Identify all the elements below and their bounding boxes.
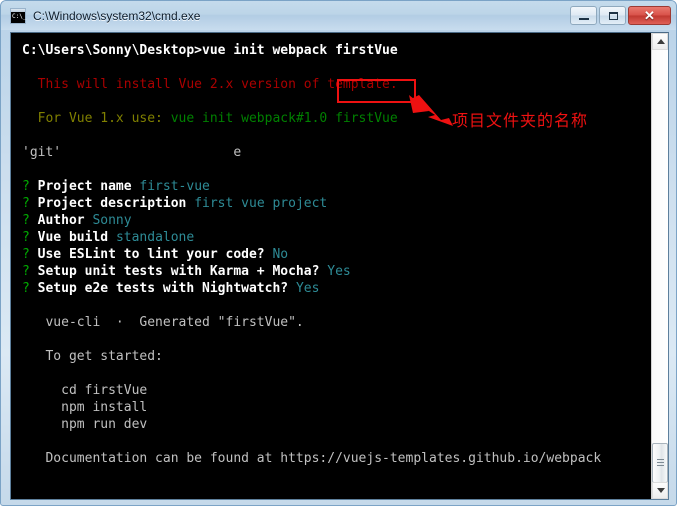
chevron-down-icon — [657, 488, 665, 493]
console-line: npm run dev — [22, 416, 601, 433]
scroll-down-button[interactable] — [652, 482, 668, 499]
console-text: Documentation can be found at https://vu… — [22, 451, 602, 466]
chevron-up-icon — [657, 39, 665, 44]
console-line: 'git' e — [22, 144, 601, 161]
console-text: Yes — [327, 264, 351, 279]
console-text: ? — [22, 179, 38, 194]
console-terminal[interactable]: C:\Users\Sonny\Desktop>vue init webpack … — [11, 33, 652, 499]
console-line: ? Vue build standalone — [22, 229, 601, 246]
console-text: Project description — [37, 196, 195, 211]
console-line: cd firstVue — [22, 382, 601, 399]
console-text: Sonny — [92, 213, 132, 228]
annotation-label: 项目文件夹的名称 — [452, 111, 589, 130]
console-text: standalone — [115, 230, 195, 245]
scrollbar-grip-icon — [657, 459, 664, 468]
window-controls: ✕ — [568, 6, 671, 25]
console-text: ? — [22, 264, 38, 279]
console-text: vue init webpack#1.0 firstVue — [170, 111, 398, 126]
window-title: C:\Windows\system32\cmd.exe — [33, 8, 201, 23]
console-line: C:\Users\Sonny\Desktop>vue init webpack … — [22, 42, 601, 59]
cmd-console-icon — [10, 7, 26, 24]
console-text: Project name — [37, 179, 140, 194]
scroll-up-button[interactable] — [652, 33, 668, 50]
console-text: npm run dev — [22, 417, 148, 432]
console-text: 'git' — [22, 145, 62, 160]
scrollbar-thumb[interactable] — [652, 443, 668, 483]
console-text: ? — [22, 281, 38, 296]
console-line: ? Project name first-vue — [22, 178, 601, 195]
console-text: Vue build — [37, 230, 116, 245]
console-text: firstVue — [335, 43, 398, 58]
console-text: cd firstVue — [22, 383, 148, 398]
console-text: Setup unit tests with Karma + Mocha? — [37, 264, 328, 279]
console-line: npm install — [22, 399, 601, 416]
cmd-window: C:\Windows\system32\cmd.exe ✕ C:\Users\S… — [0, 0, 677, 506]
title-bar[interactable]: C:\Windows\system32\cmd.exe ✕ — [1, 1, 676, 30]
console-text: Setup e2e tests with Nightwatch? — [37, 281, 296, 296]
console-text: e — [61, 145, 242, 160]
console-line: ? Setup unit tests with Karma + Mocha? Y… — [22, 263, 601, 280]
console-text: Use ESLint to lint your code? — [37, 247, 273, 262]
scrollbar-track[interactable] — [652, 50, 668, 482]
maximize-icon — [609, 12, 618, 20]
console-line: ? Project description first vue project — [22, 195, 601, 212]
console-text: Author — [37, 213, 93, 228]
close-button[interactable]: ✕ — [628, 6, 671, 25]
console-line: ? Setup e2e tests with Nightwatch? Yes — [22, 280, 601, 297]
console-text: ? — [22, 196, 38, 211]
console-text: This will install Vue 2.x version of tem… — [22, 77, 398, 92]
vertical-scrollbar[interactable] — [651, 33, 668, 499]
minimize-button[interactable] — [570, 6, 597, 25]
console-text: For Vue 1.x use: — [22, 111, 171, 126]
console-line: To get started: — [22, 348, 601, 365]
maximize-button[interactable] — [599, 6, 626, 25]
console-text: first vue project — [194, 196, 328, 211]
console-line: vue-cli · Generated "firstVue". — [22, 314, 601, 331]
close-icon: ✕ — [644, 8, 655, 23]
console-line: ? Author Sonny — [22, 212, 601, 229]
console-text: first-vue — [139, 179, 210, 194]
console-text: C:\Users\Sonny\Desktop>vue init webpack — [22, 43, 336, 58]
console-text: ? — [22, 213, 38, 228]
console-text: No — [272, 247, 289, 262]
console-line: Documentation can be found at https://vu… — [22, 450, 601, 467]
console-text: ? — [22, 247, 38, 262]
minimize-icon — [579, 18, 589, 20]
console-text: To get started: — [22, 349, 163, 364]
console-text: vue-cli · Generated "firstVue". — [22, 315, 304, 330]
console-text: npm install — [22, 400, 148, 415]
console-line: This will install Vue 2.x version of tem… — [22, 76, 601, 93]
console-client-area: C:\Users\Sonny\Desktop>vue init webpack … — [10, 32, 669, 500]
console-text: ? — [22, 230, 38, 245]
console-text: Yes — [295, 281, 320, 296]
console-line: ? Use ESLint to lint your code? No — [22, 246, 601, 263]
